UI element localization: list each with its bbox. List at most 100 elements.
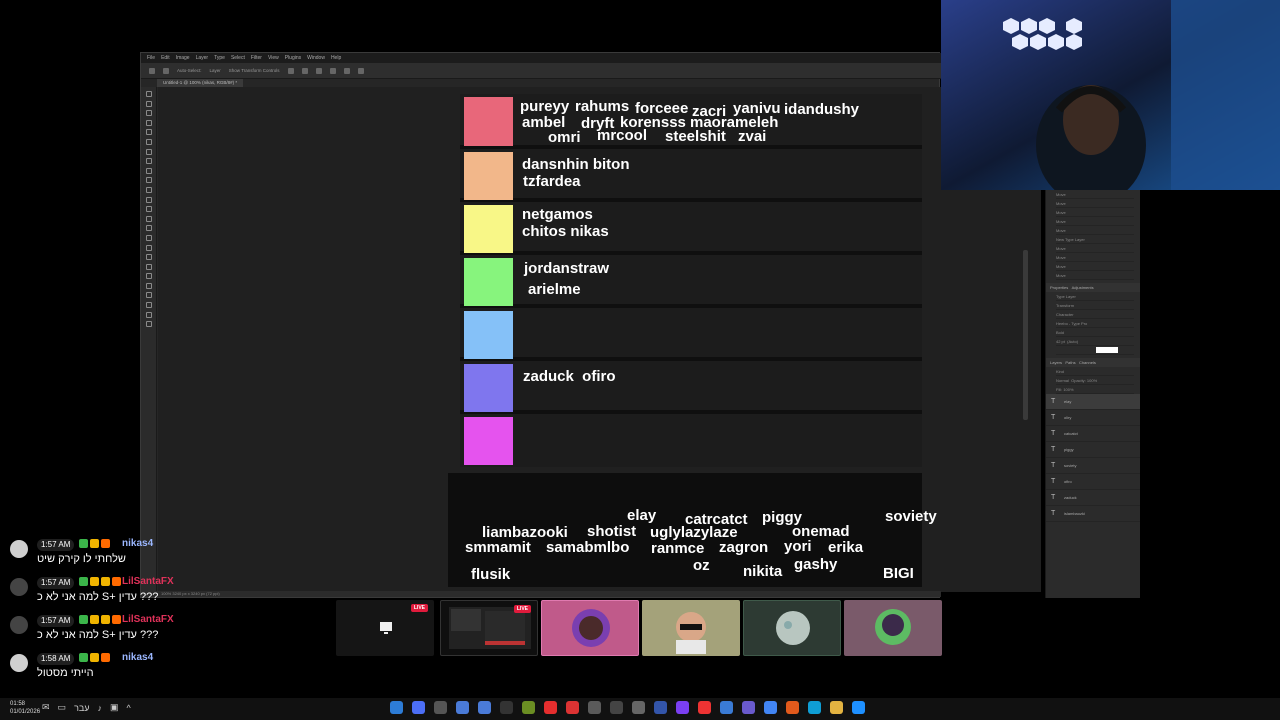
app-icon[interactable]: [852, 701, 865, 714]
transform-section[interactable]: Transform: [1056, 302, 1134, 310]
edge-app-icon[interactable]: [808, 701, 821, 714]
username[interactable]: nikas4: [122, 652, 153, 663]
menu-filter[interactable]: Filter: [251, 55, 262, 61]
pool-name[interactable]: gashy: [794, 557, 837, 572]
app-icon[interactable]: [720, 701, 733, 714]
tab-properties[interactable]: Properties: [1050, 285, 1068, 290]
avatar[interactable]: [10, 578, 28, 596]
tier-name[interactable]: rahums: [575, 99, 629, 114]
mic-icon[interactable]: ♪: [98, 703, 103, 713]
menu-edit[interactable]: Edit: [161, 55, 170, 61]
username[interactable]: LilSantaFX: [122, 614, 174, 625]
app-icon[interactable]: [434, 701, 447, 714]
network-icon[interactable]: ▣: [110, 702, 119, 713]
stream-thumb[interactable]: LIVE: [336, 600, 434, 656]
auto-select-checkbox[interactable]: Auto-Select:: [177, 68, 202, 73]
stream-thumb[interactable]: [642, 600, 740, 656]
character-section[interactable]: Character: [1056, 311, 1134, 319]
history-item[interactable]: Move: [1056, 191, 1134, 199]
history-item[interactable]: Move: [1056, 245, 1134, 253]
color-field[interactable]: [1056, 347, 1134, 355]
stream-thumb[interactable]: [844, 600, 942, 656]
menu-layer[interactable]: Layer: [196, 55, 209, 61]
pool-name[interactable]: shotist: [587, 524, 636, 539]
history-item[interactable]: Move: [1056, 209, 1134, 217]
align-right-icon[interactable]: [315, 67, 322, 74]
layer-row[interactable]: Tsoviety: [1046, 458, 1140, 474]
app-icon[interactable]: [610, 701, 623, 714]
menu-image[interactable]: Image: [176, 55, 190, 61]
pool-name[interactable]: smmamit: [465, 540, 531, 555]
menu-select[interactable]: Select: [231, 55, 245, 61]
app-icon[interactable]: [390, 701, 403, 714]
photoshop-app-icon[interactable]: [654, 701, 667, 714]
app-icon[interactable]: [588, 701, 601, 714]
layer-row[interactable]: Toliry: [1046, 410, 1140, 426]
brush-tool-icon[interactable]: [145, 167, 152, 174]
notification-icon[interactable]: ✉: [42, 702, 50, 713]
settings-icon[interactable]: [357, 67, 364, 74]
blend-mode[interactable]: Normal: [1056, 378, 1069, 383]
frame-tool-icon[interactable]: [145, 138, 152, 145]
history-item[interactable]: Move: [1056, 200, 1134, 208]
app-icon[interactable]: [632, 701, 645, 714]
taskbar-clock[interactable]: 01:58 01/01/2026: [10, 700, 40, 716]
font-size-field[interactable]: 42 pt (Auto): [1056, 338, 1134, 346]
hand-tool-icon[interactable]: [145, 273, 152, 280]
tab-adjustments[interactable]: Adjustments: [1072, 285, 1094, 290]
layer-row[interactable]: Tzaduck: [1046, 490, 1140, 506]
history-item[interactable]: Move: [1056, 218, 1134, 226]
history-item[interactable]: Move: [1056, 254, 1134, 262]
tier-name[interactable]: tzfardea: [523, 174, 581, 189]
pool-name[interactable]: ranmce: [651, 541, 704, 556]
pool-name[interactable]: onemad: [792, 524, 850, 539]
avatar[interactable]: [10, 654, 28, 672]
history-item[interactable]: New Type Layer: [1056, 236, 1134, 244]
lasso-tool-icon[interactable]: [145, 110, 152, 117]
color-swatch-icon[interactable]: [145, 302, 152, 309]
history-item[interactable]: Move: [1056, 263, 1134, 271]
history-brush-icon[interactable]: [145, 186, 152, 193]
blur-tool-icon[interactable]: [145, 215, 152, 222]
document-tab[interactable]: Untitled-1 @ 100% (nikas, RGB/8#) *: [157, 79, 244, 87]
tier-name[interactable]: mrcool: [597, 128, 647, 143]
stream-thumb[interactable]: LIVE: [440, 600, 538, 656]
pool-name[interactable]: liambazooki: [482, 525, 568, 540]
tier-name[interactable]: steelshit: [665, 129, 726, 144]
text-color-swatch[interactable]: [1096, 347, 1118, 353]
tier-name[interactable]: pureyy: [520, 99, 569, 114]
tray-expand-icon[interactable]: ^: [127, 703, 131, 713]
layer-row[interactable]: Tislambaozki: [1046, 506, 1140, 522]
menu-view[interactable]: View: [268, 55, 279, 61]
tier-name[interactable]: ambel: [522, 115, 565, 130]
menu-file[interactable]: File: [147, 55, 155, 61]
menu-type[interactable]: Type: [214, 55, 225, 61]
pool-name[interactable]: oz: [693, 558, 710, 573]
tab-layers[interactable]: Layers: [1050, 360, 1062, 365]
pool-name[interactable]: flusik: [471, 567, 510, 582]
layer-filter-kind[interactable]: Kind: [1056, 368, 1134, 376]
tier-name[interactable]: arielme: [528, 282, 581, 297]
app-icon[interactable]: [698, 701, 711, 714]
username[interactable]: LilSantaFX: [122, 576, 174, 587]
history-item[interactable]: Move: [1056, 272, 1134, 280]
premiere-app-icon[interactable]: [676, 701, 689, 714]
file-explorer-icon[interactable]: [830, 701, 843, 714]
app-icon[interactable]: [478, 701, 491, 714]
move-tool-icon[interactable]: [145, 91, 152, 97]
tab-channels[interactable]: Channels: [1079, 360, 1096, 365]
layer-row[interactable]: Tcatcatct: [1046, 426, 1140, 442]
layer-row[interactable]: Telay: [1046, 394, 1140, 410]
pool-name[interactable]: erika: [828, 540, 863, 555]
gradient-tool-icon[interactable]: [145, 206, 152, 213]
eraser-tool-icon[interactable]: [145, 196, 152, 203]
quick-mask-icon[interactable]: [145, 311, 152, 318]
app-icon[interactable]: [412, 701, 425, 714]
tier-name[interactable]: chitos nikas: [522, 224, 609, 239]
tier-name[interactable]: zvai: [738, 129, 766, 144]
pool-name[interactable]: nikita: [743, 564, 782, 579]
screen-mode-icon[interactable]: [145, 321, 152, 328]
font-family-field[interactable]: Heebo - Type Pro: [1056, 320, 1134, 328]
canvas-scrollbar[interactable]: [1023, 250, 1028, 420]
discord-app-icon[interactable]: [742, 701, 755, 714]
